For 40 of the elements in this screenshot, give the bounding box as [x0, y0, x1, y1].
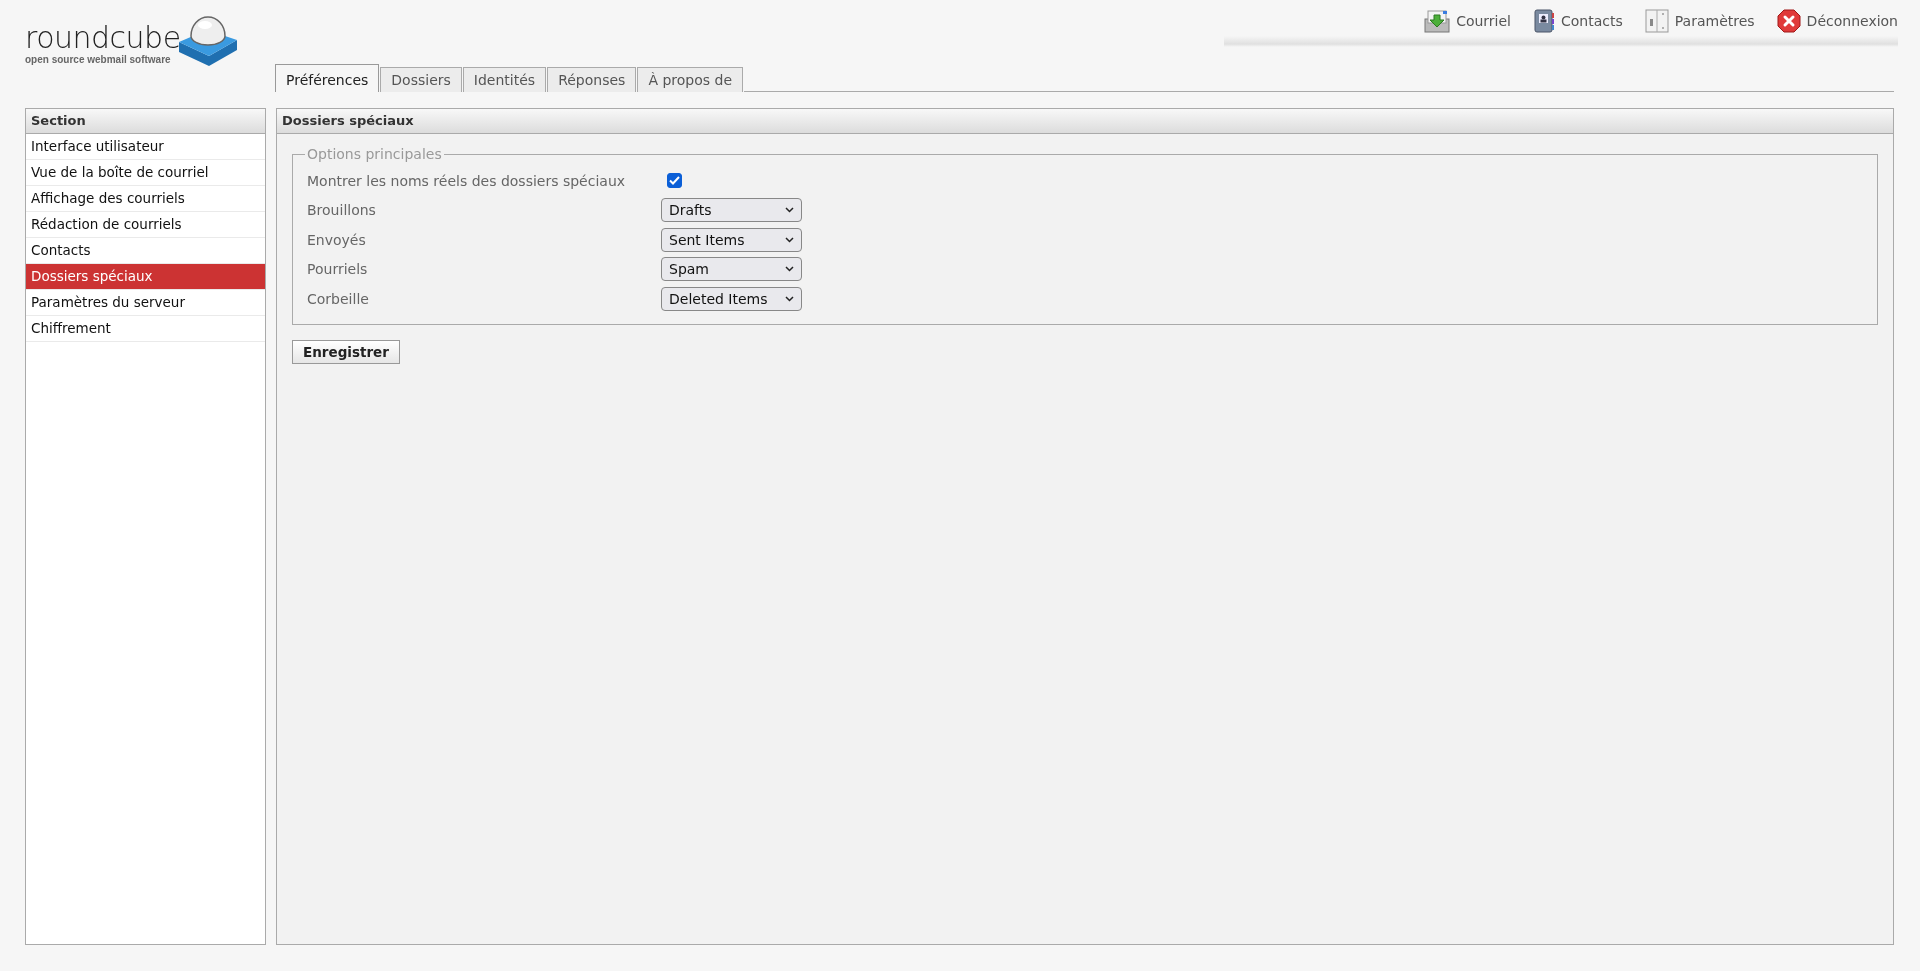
section-item[interactable]: Chiffrement	[26, 316, 265, 342]
folder-dropdown[interactable]: Drafts	[661, 198, 802, 223]
settings-tab[interactable]: À propos de	[637, 67, 743, 92]
folder-dropdown[interactable]: Deleted Items	[661, 286, 802, 311]
switch-panel-icon	[1644, 9, 1669, 33]
save-button[interactable]: Enregistrer	[292, 339, 400, 364]
chevron-down-icon	[785, 295, 794, 302]
section-list-header: Section	[26, 109, 265, 134]
field-label: Envoyés	[307, 231, 367, 248]
logout-link[interactable]: Déconnexion	[1776, 9, 1898, 33]
section-item[interactable]: Paramètres du serveur	[26, 290, 265, 316]
logo-wordmark: roundcube	[25, 24, 181, 52]
field-label: Corbeille	[307, 290, 370, 307]
panel-title: Dossiers spéciaux	[277, 109, 1893, 134]
field-label: Montrer les noms réels des dossiers spéciaux	[307, 172, 627, 189]
mail-link[interactable]: Courriel	[1424, 9, 1511, 33]
close-icon	[1776, 9, 1801, 33]
settings-link[interactable]: Paramètres	[1644, 9, 1755, 33]
chevron-down-icon	[785, 236, 794, 243]
field-label: Brouillons	[307, 202, 377, 219]
chevron-down-icon	[785, 207, 794, 214]
address-book-icon	[1533, 9, 1555, 33]
settings-tab[interactable]: Dossiers	[380, 67, 462, 92]
folder-dropdown[interactable]: Spam	[661, 257, 802, 282]
section-item[interactable]: Vue de la boîte de courriel	[26, 160, 265, 186]
checkbox[interactable]	[667, 173, 682, 189]
settings-tab[interactable]: Préférences	[275, 64, 380, 92]
inbox-icon	[1424, 9, 1451, 33]
section-item[interactable]: Affichage des courriels	[26, 186, 265, 212]
folder-dropdown[interactable]: Sent Items	[661, 227, 802, 252]
section-item[interactable]: Dossiers spéciaux	[26, 264, 265, 290]
contacts-link[interactable]: Contacts	[1533, 9, 1623, 33]
fieldset-legend: Options principales	[305, 146, 444, 162]
section-item[interactable]: Interface utilisateur	[26, 134, 265, 160]
settings-tab[interactable]: Identités	[462, 67, 547, 92]
chevron-down-icon	[785, 266, 794, 273]
field-label: Pourriels	[307, 261, 369, 278]
logo-tagline: open source webmail software	[25, 54, 172, 65]
section-item[interactable]: Rédaction de courriels	[26, 212, 265, 238]
settings-tab[interactable]: Réponses	[547, 67, 637, 92]
